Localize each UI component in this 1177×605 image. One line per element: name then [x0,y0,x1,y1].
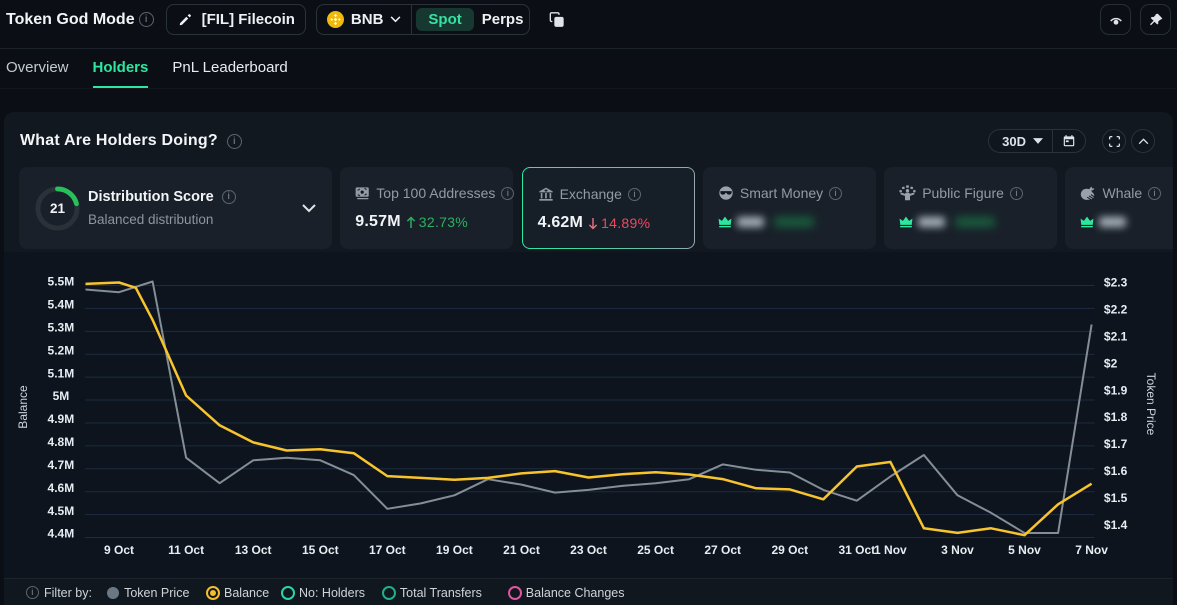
svg-text:4.4M: 4.4M [48,527,75,541]
svg-text:4.6M: 4.6M [48,481,75,495]
svg-text:Token Price: Token Price [1144,373,1158,436]
svg-text:1 Nov: 1 Nov [874,543,907,557]
svg-text:$1.9: $1.9 [1104,383,1128,397]
svg-text:29 Oct: 29 Oct [771,543,808,557]
svg-text:$1.6: $1.6 [1104,464,1128,478]
svg-text:$2: $2 [1104,356,1118,370]
svg-text:$2.2: $2.2 [1104,303,1128,317]
svg-text:$2.3: $2.3 [1104,276,1128,290]
svg-text:5M: 5M [53,389,70,403]
svg-text:$2.1: $2.1 [1104,329,1128,343]
svg-text:25 Oct: 25 Oct [637,543,674,557]
svg-text:11 Oct: 11 Oct [168,543,204,557]
svg-text:$1.4: $1.4 [1104,518,1128,532]
svg-text:7 Nov: 7 Nov [1075,543,1108,557]
svg-text:17 Oct: 17 Oct [369,543,406,557]
svg-text:4.5M: 4.5M [48,504,75,518]
svg-text:$1.8: $1.8 [1104,410,1128,424]
svg-text:9 Oct: 9 Oct [104,543,134,557]
svg-text:$1.7: $1.7 [1104,437,1128,451]
svg-text:15 Oct: 15 Oct [302,543,339,557]
svg-text:4.7M: 4.7M [48,458,75,472]
svg-text:3 Nov: 3 Nov [941,543,974,557]
svg-text:5.4M: 5.4M [48,298,75,312]
svg-text:21 Oct: 21 Oct [503,543,540,557]
svg-text:4.9M: 4.9M [48,412,75,426]
svg-text:19 Oct: 19 Oct [436,543,473,557]
svg-text:5.1M: 5.1M [48,366,75,380]
svg-text:4.8M: 4.8M [48,435,75,449]
svg-text:27 Oct: 27 Oct [704,543,741,557]
svg-text:$1.5: $1.5 [1104,491,1128,505]
svg-text:5 Nov: 5 Nov [1008,543,1041,557]
svg-text:13 Oct: 13 Oct [235,543,272,557]
svg-text:23 Oct: 23 Oct [570,543,607,557]
svg-text:5.2M: 5.2M [48,343,75,357]
svg-text:5.5M: 5.5M [48,275,75,289]
svg-text:Balance: Balance [16,385,30,429]
svg-text:5.3M: 5.3M [48,320,75,334]
svg-text:31 Oct: 31 Oct [838,543,875,557]
